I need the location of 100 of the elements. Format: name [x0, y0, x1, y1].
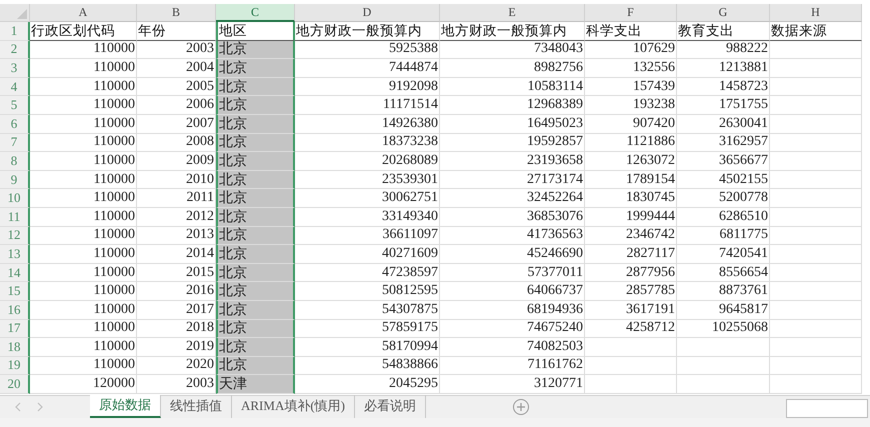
- table-cell: 1121886: [585, 134, 677, 152]
- table-cell: 3120771: [440, 375, 585, 394]
- row-header[interactable]: 10: [0, 189, 30, 208]
- table-cell: 4258712: [585, 320, 677, 338]
- table-cell: 120000: [30, 375, 137, 394]
- column-header[interactable]: B: [137, 4, 216, 22]
- row-header[interactable]: 4: [0, 78, 30, 96]
- row-header[interactable]: 16: [0, 300, 30, 320]
- row-header[interactable]: 3: [0, 59, 30, 78]
- table-cell: 36611097: [295, 226, 440, 246]
- table-cell: 27173174: [440, 170, 585, 190]
- table-cell: 107629: [585, 40, 677, 60]
- row-header[interactable]: 7: [0, 134, 30, 152]
- horizontal-scrollbar[interactable]: [786, 398, 868, 418]
- column-header[interactable]: H: [770, 4, 862, 22]
- table-cell: 7348043: [440, 40, 585, 60]
- table-cell: 110000: [30, 59, 137, 78]
- row-header[interactable]: 11: [0, 208, 30, 227]
- row-header[interactable]: 13: [0, 245, 30, 264]
- column-header[interactable]: D: [295, 4, 440, 22]
- table-cell: 10583114: [440, 78, 585, 96]
- column-header[interactable]: A: [30, 4, 137, 22]
- row-header[interactable]: 19: [0, 356, 30, 376]
- table-cell: 193238: [585, 96, 677, 115]
- table-cell: 907420: [585, 114, 677, 134]
- table-cell: 110000: [30, 78, 137, 96]
- row-header[interactable]: 5: [0, 96, 30, 115]
- table-cell: 33149340: [295, 208, 440, 227]
- row-header[interactable]: 8: [0, 152, 30, 171]
- table-cell: 北京: [216, 245, 295, 264]
- table-cell: 北京: [216, 338, 295, 357]
- table-cell: 36853076: [440, 208, 585, 227]
- table-cell: 110000: [30, 320, 137, 338]
- table-cell: 北京: [216, 96, 295, 115]
- table-cell: 110000: [30, 208, 137, 227]
- table-cell: 3656677: [677, 152, 770, 171]
- table-cell: 18373238: [295, 134, 440, 152]
- table-cell: 12968389: [440, 96, 585, 115]
- table-cell: 7444874: [295, 59, 440, 78]
- table-cell: 北京: [216, 300, 295, 320]
- table-cell: 1751755: [677, 96, 770, 115]
- table-cell: 1830745: [585, 189, 677, 208]
- column-title: 教育支出: [677, 22, 770, 41]
- table-cell: 8873761: [677, 282, 770, 301]
- table-cell: 5200778: [677, 189, 770, 208]
- row-header[interactable]: 17: [0, 320, 30, 338]
- table-cell: 64066737: [440, 282, 585, 301]
- table-cell: 北京: [216, 40, 295, 60]
- table-cell: 2630041: [677, 114, 770, 134]
- table-cell: 10255068: [677, 320, 770, 338]
- column-header[interactable]: G: [677, 4, 770, 22]
- select-all-corner[interactable]: [0, 4, 30, 22]
- table-cell: 110000: [30, 152, 137, 171]
- table-cell: 2857785: [585, 282, 677, 301]
- column-title: 科学支出: [585, 22, 677, 41]
- table-cell: 2877956: [585, 264, 677, 282]
- table-cell: 110000: [30, 134, 137, 152]
- row-header[interactable]: 20: [0, 375, 30, 394]
- table-cell: 2827117: [585, 245, 677, 264]
- table-cell: 110000: [30, 40, 137, 60]
- table-cell: 6286510: [677, 208, 770, 227]
- next-sheet-icon[interactable]: [36, 402, 44, 412]
- table-cell: 74082503: [440, 338, 585, 357]
- column-header[interactable]: C: [216, 4, 295, 22]
- table-cell: 2346742: [585, 226, 677, 246]
- table-cell: 北京: [216, 170, 295, 190]
- sheet-tab[interactable]: 原始数据: [90, 394, 161, 418]
- row-header[interactable]: 18: [0, 338, 30, 357]
- row-header[interactable]: 9: [0, 170, 30, 190]
- table-cell: 23539301: [295, 170, 440, 190]
- table-cell: 北京: [216, 59, 295, 78]
- column-header[interactable]: E: [440, 4, 585, 22]
- table-cell: 45246690: [440, 245, 585, 264]
- table-cell: 74675240: [440, 320, 585, 338]
- table-cell: 9645817: [677, 300, 770, 320]
- table-cell: 30062751: [295, 189, 440, 208]
- column-header[interactable]: F: [585, 4, 677, 22]
- row-header[interactable]: 2: [0, 40, 30, 60]
- previous-sheet-icon[interactable]: [14, 402, 22, 412]
- table-cell: 北京: [216, 152, 295, 171]
- row-header[interactable]: 1: [0, 22, 30, 41]
- table-cell: 5925388: [295, 40, 440, 60]
- table-cell: 1789154: [585, 170, 677, 190]
- table-cell: 1263072: [585, 152, 677, 171]
- table-cell: 北京: [216, 356, 295, 376]
- column-title: 年份: [137, 22, 216, 41]
- row-header[interactable]: 15: [0, 282, 30, 301]
- table-cell: 北京: [216, 208, 295, 227]
- table-cell: 110000: [30, 96, 137, 115]
- row-header[interactable]: 14: [0, 264, 30, 282]
- table-cell: 54307875: [295, 300, 440, 320]
- table-cell: 110000: [30, 356, 137, 376]
- table-cell: 3617191: [585, 300, 677, 320]
- row-header[interactable]: 6: [0, 114, 30, 134]
- add-sheet-icon[interactable]: [512, 398, 530, 416]
- table-cell: 4502155: [677, 170, 770, 190]
- table-cell: 57859175: [295, 320, 440, 338]
- table-cell: 1999444: [585, 208, 677, 227]
- column-title: 地方财政一般预算内: [295, 22, 440, 41]
- row-header[interactable]: 12: [0, 226, 30, 246]
